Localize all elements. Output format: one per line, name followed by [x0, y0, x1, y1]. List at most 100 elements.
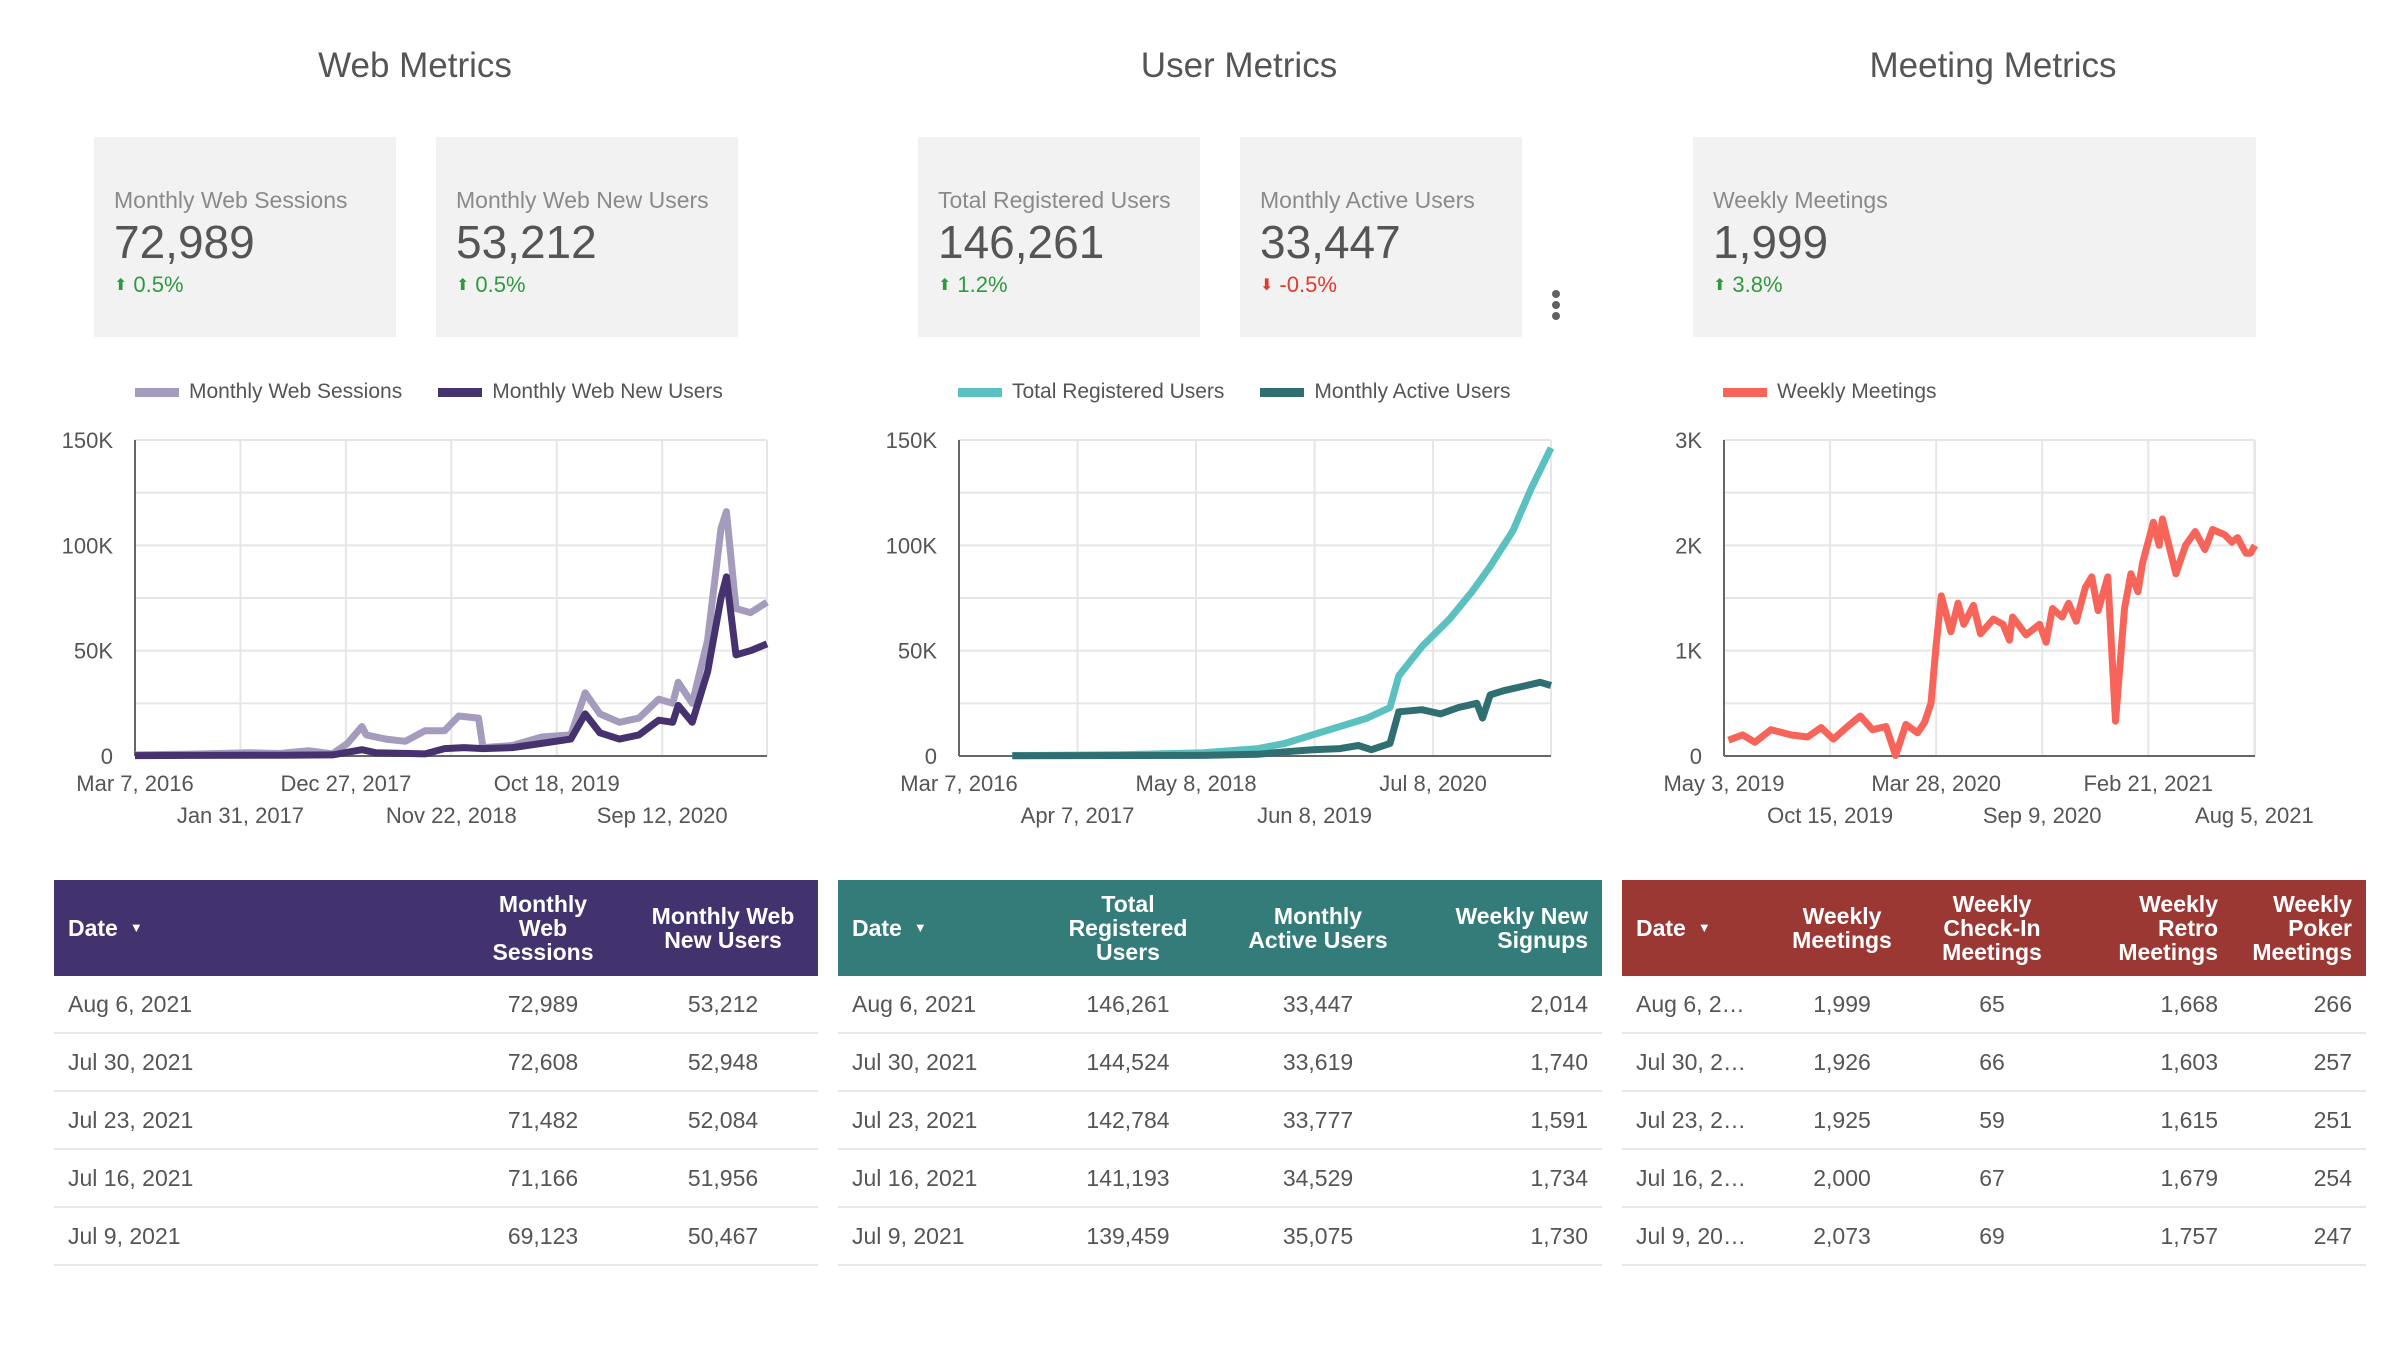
value-cell: 257	[2313, 1048, 2352, 1075]
date-cell: Jul 23, 2021	[852, 1106, 978, 1133]
table-row[interactable]: Jul 9, 20… 2,073 69 1,757 247	[1622, 1208, 2366, 1266]
value-cell: 2,073	[1813, 1222, 1871, 1249]
table-row[interactable]: Aug 6, 2… 1,999 65 1,668 266	[1622, 976, 2366, 1034]
column-header-date[interactable]: Date ▼	[1622, 880, 1772, 976]
value-cell: 146,261	[1086, 990, 1170, 1017]
value-cell: 1,679	[2160, 1164, 2218, 1191]
x-tick-label: Feb 21, 2021	[2083, 771, 2213, 796]
value-cell: 141,193	[1086, 1164, 1170, 1191]
value-cell: 1,668	[2160, 990, 2218, 1017]
value-cell: 2,000	[1813, 1164, 1871, 1191]
value-cell: 67	[1979, 1164, 2005, 1191]
sort-desc-icon[interactable]: ▼	[914, 916, 927, 940]
table-row[interactable]: Jul 9, 2021 139,459 35,075 1,730	[838, 1208, 1602, 1266]
value-cell: 142,784	[1086, 1106, 1170, 1133]
table-row[interactable]: Aug 6, 2021 72,989 53,212	[54, 976, 818, 1034]
header-label: Total Registered Users	[1068, 891, 1188, 965]
date-cell: Aug 6, 2…	[1636, 990, 1745, 1017]
date-cell: Jul 30, 2021	[852, 1048, 978, 1075]
column-header[interactable]: Weekly New Signups	[1418, 880, 1602, 976]
table-row[interactable]: Jul 16, 2021 141,193 34,529 1,734	[838, 1150, 1602, 1208]
value-cell: 66	[1979, 1048, 2005, 1075]
y-tick-label: 3K	[1675, 428, 1702, 453]
column-header[interactable]: Weekly Retro Meetings	[2072, 880, 2232, 976]
meeting-metrics-chart[interactable]: 0 1K 2K 3K May 3, 2019 Oct 15, 2019 Mar 28, 20…	[0, 0, 2394, 880]
value-cell: 266	[2313, 990, 2352, 1017]
table-row[interactable]: Aug 6, 2021 146,261 33,447 2,014	[838, 976, 1602, 1034]
table-row[interactable]: Jul 23, 2… 1,925 59 1,615 251	[1622, 1092, 2366, 1150]
value-cell: 1,740	[1530, 1048, 1588, 1075]
user-metrics-table: Date ▼ Total Registered Users Monthly Act…	[838, 880, 1602, 1266]
header-label: Weekly Meetings	[1792, 903, 1892, 953]
value-cell: 1,603	[2160, 1048, 2218, 1075]
table-row[interactable]: Jul 16, 2021 71,166 51,956	[54, 1150, 818, 1208]
value-cell: 144,524	[1086, 1048, 1170, 1075]
table-header: Date ▼ Monthly Web Sessions Monthly Web N…	[54, 880, 818, 976]
value-cell: 52,948	[687, 1048, 759, 1075]
date-cell: Jul 16, 2021	[852, 1164, 978, 1191]
x-tick-label: May 3, 2019	[1663, 771, 1784, 796]
value-cell: 139,459	[1086, 1222, 1170, 1249]
value-cell: 254	[2313, 1164, 2352, 1191]
value-cell: 59	[1979, 1106, 2005, 1133]
series-line-weekly-meetings[interactable]	[1727, 515, 2259, 759]
column-header[interactable]: Monthly Web Sessions	[458, 880, 628, 976]
sort-desc-icon[interactable]: ▼	[1698, 916, 1711, 940]
value-cell: 33,447	[1282, 990, 1354, 1017]
column-header-date[interactable]: Date ▼	[54, 880, 458, 976]
date-cell: Jul 30, 2021	[68, 1048, 194, 1075]
value-cell: 1,757	[2160, 1222, 2218, 1249]
date-cell: Jul 16, 2…	[1636, 1164, 1746, 1191]
date-cell: Aug 6, 2021	[852, 990, 977, 1017]
header-label: Weekly Poker Meetings	[2252, 891, 2352, 965]
header-label: Date	[1636, 915, 1686, 941]
table-header: Date ▼ Weekly Meetings Weekly Check-In Me…	[1622, 880, 2366, 976]
sort-desc-icon[interactable]: ▼	[130, 916, 143, 940]
table-row[interactable]: Jul 30, 2… 1,926 66 1,603 257	[1622, 1034, 2366, 1092]
table-row[interactable]: Jul 30, 2021 144,524 33,619 1,740	[838, 1034, 1602, 1092]
value-cell: 33,777	[1282, 1106, 1354, 1133]
column-header[interactable]: Weekly Check-In Meetings	[1912, 880, 2072, 976]
header-label: Weekly Check-In Meetings	[1942, 891, 2042, 965]
date-cell: Jul 16, 2021	[68, 1164, 194, 1191]
column-header[interactable]: Weekly Meetings	[1772, 880, 1912, 976]
value-cell: 72,608	[507, 1048, 579, 1075]
header-label: Date	[68, 915, 118, 941]
date-cell: Jul 9, 2021	[68, 1222, 181, 1249]
value-cell: 1,925	[1813, 1106, 1871, 1133]
column-header[interactable]: Monthly Web New Users	[628, 880, 818, 976]
table-row[interactable]: Jul 30, 2021 72,608 52,948	[54, 1034, 818, 1092]
value-cell: 33,619	[1282, 1048, 1354, 1075]
value-cell: 53,212	[687, 990, 759, 1017]
date-cell: Jul 30, 2…	[1636, 1048, 1746, 1075]
value-cell: 1,926	[1813, 1048, 1871, 1075]
value-cell: 65	[1979, 990, 2005, 1017]
column-header[interactable]: Total Registered Users	[1038, 880, 1218, 976]
column-header-date[interactable]: Date ▼	[838, 880, 1038, 976]
x-tick-label: Aug 5, 2021	[2195, 803, 2314, 828]
date-cell: Aug 6, 2021	[68, 990, 193, 1017]
value-cell: 72,989	[507, 990, 579, 1017]
table-row[interactable]: Jul 23, 2021 142,784 33,777 1,591	[838, 1092, 1602, 1150]
value-cell: 1,999	[1813, 990, 1871, 1017]
column-header[interactable]: Weekly Poker Meetings	[2232, 880, 2366, 976]
value-cell: 2,014	[1530, 990, 1588, 1017]
x-tick-label: Mar 28, 2020	[1871, 771, 2001, 796]
header-label: Weekly New Signups	[1455, 903, 1588, 953]
value-cell: 51,956	[687, 1164, 759, 1191]
date-cell: Jul 23, 2…	[1636, 1106, 1746, 1133]
value-cell: 251	[2313, 1106, 2352, 1133]
date-cell: Jul 23, 2021	[68, 1106, 194, 1133]
table-row[interactable]: Jul 16, 2… 2,000 67 1,679 254	[1622, 1150, 2366, 1208]
value-cell: 247	[2313, 1222, 2352, 1249]
web-metrics-table: Date ▼ Monthly Web Sessions Monthly Web N…	[54, 880, 818, 1266]
table-row[interactable]: Jul 9, 2021 69,123 50,467	[54, 1208, 818, 1266]
header-label: Monthly Web New Users	[651, 903, 795, 953]
y-tick-label: 1K	[1675, 639, 1702, 664]
table-header: Date ▼ Total Registered Users Monthly Act…	[838, 880, 1602, 976]
x-tick-label: Oct 15, 2019	[1767, 803, 1893, 828]
value-cell: 52,084	[687, 1106, 759, 1133]
header-label: Monthly Active Users	[1248, 903, 1388, 953]
table-row[interactable]: Jul 23, 2021 71,482 52,084	[54, 1092, 818, 1150]
column-header[interactable]: Monthly Active Users	[1218, 880, 1418, 976]
